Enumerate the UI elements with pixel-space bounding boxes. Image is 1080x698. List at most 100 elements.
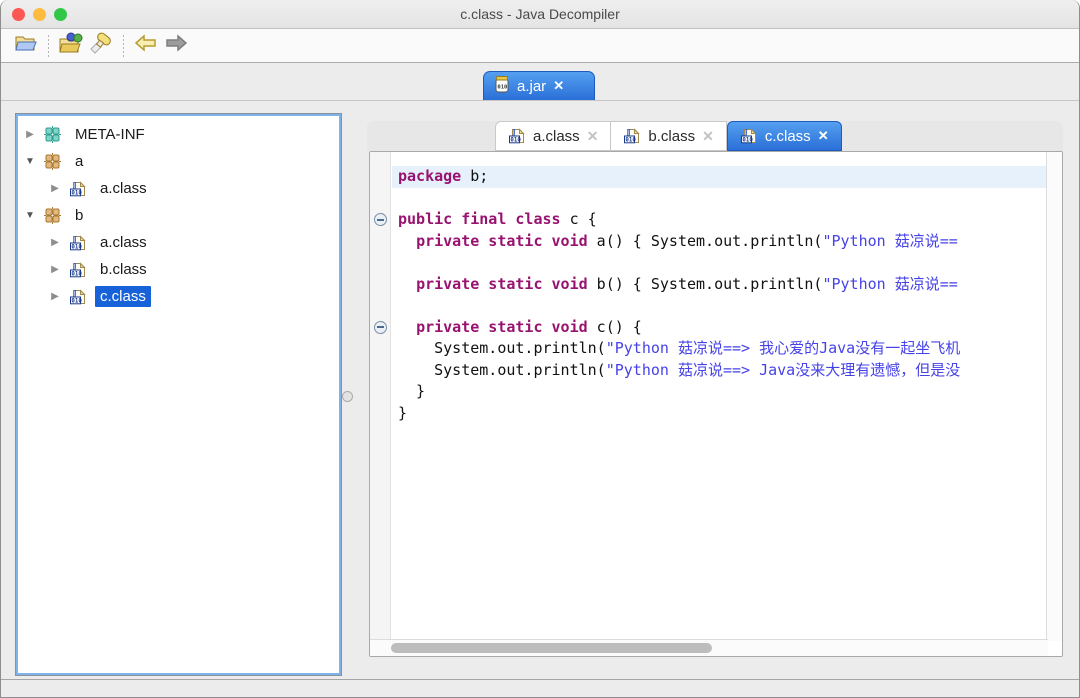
tree-item-c-class[interactable]: ▶ J 010 c.class <box>16 283 341 310</box>
expand-arrow-icon[interactable]: ▶ <box>47 264 63 275</box>
tree-item-a[interactable]: ▼ a <box>16 148 341 175</box>
back-icon <box>134 34 158 57</box>
code-token: b() { System.out.println( <box>587 274 823 293</box>
code-token: } <box>398 382 426 400</box>
tree-item-label[interactable]: a.class <box>95 232 152 253</box>
tab-a-jar[interactable]: 010 a.jar ✕ <box>483 71 595 100</box>
expand-arrow-icon[interactable]: ▶ <box>47 183 63 194</box>
tree-item-label[interactable]: META-INF <box>70 124 150 145</box>
class-file-icon: J 010 <box>508 127 526 145</box>
code-line: public final class c { <box>392 209 1046 231</box>
window-title: c.class - Java Decompiler <box>460 6 620 22</box>
code-panel: package b; public final class c { private… <box>369 151 1063 657</box>
code-line: private static void b() { System.out.pri… <box>392 274 1046 296</box>
svg-text:010: 010 <box>510 138 521 144</box>
keyword-token: private static void <box>416 231 588 250</box>
svg-text:010: 010 <box>71 298 82 304</box>
expand-arrow-icon[interactable]: ▶ <box>22 129 38 140</box>
class-file-icon: J 010 <box>69 180 87 198</box>
search-button[interactable] <box>86 32 116 60</box>
open-type-button[interactable] <box>56 32 86 60</box>
code-line: System.out.println("Python 菇凉说==> 我心爱的Ja… <box>392 338 1046 360</box>
code-token: } <box>398 403 408 422</box>
package-teal-icon <box>44 126 62 144</box>
keyword-token: private static void <box>416 317 588 336</box>
editor-tab-a-class[interactable]: J 010 a.class ✕ <box>495 121 612 151</box>
vertical-scrollbar[interactable] <box>1046 152 1062 641</box>
string-token: "Python 菇凉说==> Java没来大理有遗憾，但是没 <box>605 360 961 379</box>
toolbar-separator <box>123 34 124 57</box>
tree-item-label[interactable]: a <box>70 151 88 172</box>
class-file-icon: J 010 <box>740 127 758 145</box>
package-tan-icon <box>44 207 62 225</box>
editor-tab-b-class[interactable]: J 010 b.class ✕ <box>611 121 727 151</box>
code-line: private static void a() { System.out.pri… <box>392 231 1046 253</box>
editor-tab-label: a.class <box>533 127 580 145</box>
code-line: } <box>392 403 1046 425</box>
editor-tab-label: b.class <box>648 127 696 145</box>
tree-item-b-class[interactable]: ▶ J 010 b.class <box>16 256 341 283</box>
expand-arrow-icon[interactable]: ▶ <box>47 291 63 302</box>
expand-arrow-icon[interactable]: ▶ <box>47 237 63 248</box>
svg-text:010: 010 <box>71 244 82 250</box>
back-button[interactable] <box>131 32 161 60</box>
code-line: } <box>392 381 1046 403</box>
tree-item-label[interactable]: b <box>70 205 88 226</box>
svg-text:010: 010 <box>71 190 82 196</box>
tree-item-label[interactable]: a.class <box>95 178 152 199</box>
close-icon[interactable]: ✕ <box>553 78 564 94</box>
open-type-icon <box>58 32 84 59</box>
collapse-arrow-icon[interactable]: ▼ <box>22 210 38 221</box>
jar-icon: 010 <box>494 75 510 97</box>
horizontal-scrollbar[interactable] <box>370 639 1048 656</box>
code-line: private static void c() { <box>392 317 1046 339</box>
class-file-icon: J 010 <box>69 261 87 279</box>
svg-text:J: J <box>512 128 517 137</box>
collapse-fold-icon[interactable] <box>374 320 387 334</box>
close-tab-icon[interactable]: ✕ <box>702 128 714 145</box>
code-token: c() { <box>587 317 642 336</box>
collapse-arrow-icon[interactable]: ▼ <box>22 156 38 167</box>
collapse-fold-icon[interactable] <box>374 213 387 226</box>
close-tab-icon[interactable]: ✕ <box>818 128 829 144</box>
svg-text:J: J <box>627 128 632 137</box>
tree-item-a-class[interactable]: ▶ J 010 a.class <box>16 229 341 256</box>
svg-text:J: J <box>743 128 748 137</box>
open-file-button[interactable] <box>11 32 41 60</box>
toolbar <box>1 29 1079 63</box>
class-file-icon: J 010 <box>69 288 87 306</box>
tree-item-label[interactable]: c.class <box>95 286 151 307</box>
code-token: b; <box>461 167 489 185</box>
string-token: "Python 菇凉说==> 我心爱的Java没有一起坐飞机 <box>605 339 961 357</box>
search-icon <box>88 32 114 59</box>
toolbar-separator <box>48 34 49 57</box>
code-token: c { <box>560 210 597 228</box>
fold-margin <box>370 152 391 640</box>
tree-item-b[interactable]: ▼ b <box>16 202 341 229</box>
jar-tab-strip: 010 a.jar ✕ <box>1 63 1079 101</box>
horizontal-scrollbar-thumb[interactable] <box>391 643 712 653</box>
code-token: a() { System.out.println( <box>587 231 823 250</box>
code-line: System.out.println("Python 菇凉说==> Java没来… <box>392 360 1046 382</box>
editor-tab-c-class[interactable]: J 010 c.class ✕ <box>726 121 842 151</box>
string-token: "Python 菇凉说== <box>822 231 958 250</box>
tree-item-a-class[interactable]: ▶ J 010 a.class <box>16 175 341 202</box>
tree-item-label[interactable]: b.class <box>95 259 152 280</box>
main-area: ▶ META-INF ▼ a ▶ J 010 a.class ▼ b ▶ J 0… <box>1 101 1079 680</box>
package-tree-panel[interactable]: ▶ META-INF ▼ a ▶ J 010 a.class ▼ b ▶ J 0… <box>15 113 342 676</box>
tree-item-meta-inf[interactable]: ▶ META-INF <box>16 121 341 148</box>
close-tab-icon[interactable]: ✕ <box>587 128 599 145</box>
decompiled-source: package b; public final class c { private… <box>392 152 1046 639</box>
app-window: c.class - Java Decompiler 010 a.jar ✕ ▶ … <box>0 0 1080 698</box>
title-bar[interactable]: c.class - Java Decompiler <box>1 0 1079 29</box>
svg-text:J: J <box>73 234 78 243</box>
svg-text:010: 010 <box>497 85 507 91</box>
code-token: System.out.println( <box>398 339 606 357</box>
svg-text:J: J <box>73 180 78 189</box>
forward-button[interactable] <box>161 32 191 60</box>
splitter-handle[interactable] <box>342 391 353 402</box>
